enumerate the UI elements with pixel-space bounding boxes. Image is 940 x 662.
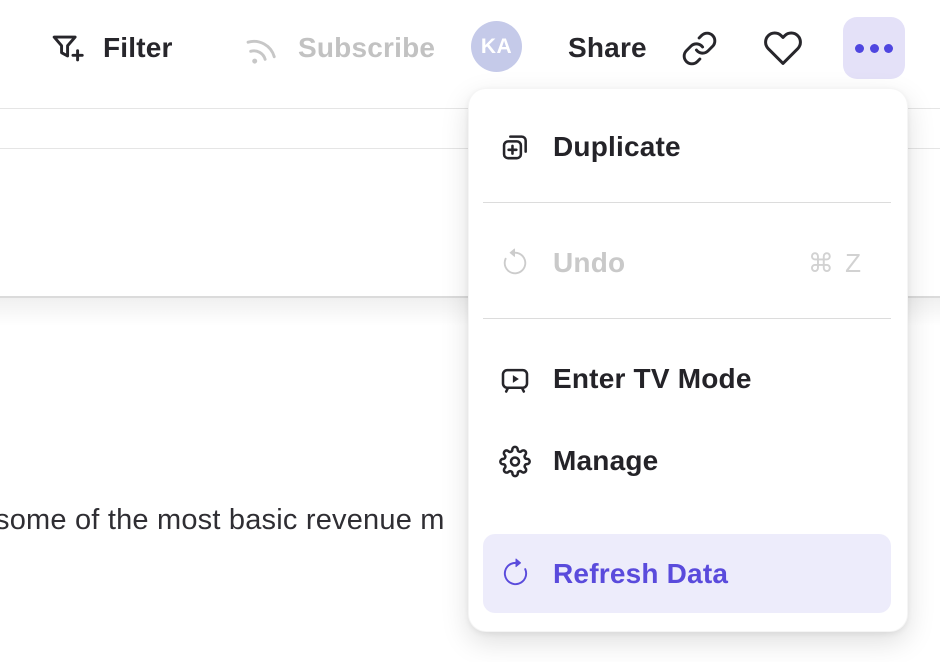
dashboard-text-fragment: some of the most basic revenue m [0,504,445,537]
filter-button[interactable]: Filter [48,0,173,96]
favorite-button[interactable] [763,0,803,96]
menu-divider [483,202,891,203]
tv-play-icon [499,363,531,395]
menu-divider [483,318,891,319]
subscribe-label: Subscribe [298,32,435,64]
refresh-icon [499,558,531,590]
ellipsis-icon [855,44,864,53]
duplicate-plus-icon [499,131,531,163]
menu-item-refresh-data[interactable]: Refresh Data [483,534,891,613]
undo-shortcut: ⌘ Z [808,248,863,279]
gear-icon [499,445,531,477]
heart-icon [763,28,803,68]
menu-item-duplicate[interactable]: Duplicate [469,119,907,175]
menu-item-label: Manage [553,445,658,477]
subscribe-button[interactable]: Subscribe [243,0,435,96]
share-button[interactable]: Share [568,0,647,96]
menu-item-manage[interactable]: Manage [469,433,907,489]
menu-item-label: Undo [553,247,625,279]
menu-item-undo[interactable]: Undo ⌘ Z [469,235,907,291]
menu-item-label: Duplicate [553,131,681,163]
filter-label: Filter [103,32,173,64]
more-options-button[interactable] [843,17,905,79]
menu-item-enter-tv-mode[interactable]: Enter TV Mode [469,351,907,407]
menu-item-label: Enter TV Mode [553,363,752,395]
user-avatar[interactable]: KA [471,21,522,72]
rss-icon [239,26,282,69]
filter-plus-icon [48,30,85,67]
menu-item-label: Refresh Data [553,558,728,590]
undo-arrow-icon [499,247,531,279]
copy-link-button[interactable] [681,0,718,96]
link-icon [681,30,718,67]
more-options-menu: Duplicate Undo ⌘ Z Enter TV Mode [468,88,908,632]
share-label: Share [568,32,647,64]
